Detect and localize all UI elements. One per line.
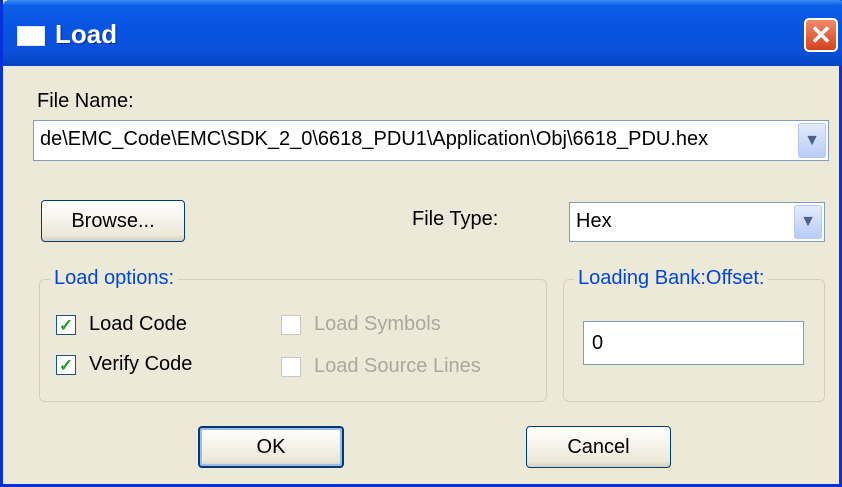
- checkmark-icon: ✓: [58, 355, 74, 375]
- file-type-label: File Type:: [412, 208, 499, 230]
- load-symbols-label: Load Symbols: [314, 313, 441, 335]
- load-code-checkbox[interactable]: ✓: [56, 315, 76, 335]
- ok-button[interactable]: OK: [198, 426, 344, 468]
- close-button[interactable]: ✕: [804, 18, 838, 52]
- load-dialog: Load ✕ File Name: de\EMC_Code\EMC\SDK_2_…: [0, 0, 842, 487]
- file-name-combobox[interactable]: de\EMC_Code\EMC\SDK_2_0\6618_PDU1\Applic…: [33, 120, 829, 161]
- chevron-down-icon[interactable]: ▼: [798, 123, 826, 158]
- verify-code-checkbox[interactable]: ✓: [56, 355, 76, 375]
- load-options-legend: Load options:: [50, 267, 179, 290]
- window-title: Load: [55, 19, 118, 49]
- loading-bank-offset-input[interactable]: 0: [583, 321, 804, 365]
- title-bar[interactable]: Load ✕: [3, 0, 842, 66]
- cancel-button[interactable]: Cancel: [526, 426, 671, 468]
- chevron-down-icon[interactable]: ▼: [794, 205, 822, 239]
- loading-bank-legend: Loading Bank:Offset:: [574, 267, 769, 290]
- file-type-select[interactable]: Hex ▼: [569, 202, 825, 242]
- load-options-group: Load options:: [39, 267, 547, 402]
- load-symbols-checkbox: [281, 315, 301, 335]
- file-type-value: Hex: [576, 210, 612, 232]
- load-code-label[interactable]: Load Code: [89, 313, 187, 336]
- close-icon: ✕: [810, 20, 832, 50]
- loading-bank-offset-value: 0: [592, 332, 604, 354]
- file-name-value: de\EMC_Code\EMC\SDK_2_0\6618_PDU1\Applic…: [40, 128, 709, 150]
- browse-button[interactable]: Browse...: [41, 200, 185, 242]
- window-icon: [17, 26, 45, 46]
- load-source-lines-label: Load Source Lines: [314, 355, 481, 377]
- load-source-lines-checkbox: [281, 357, 301, 377]
- checkmark-icon: ✓: [58, 315, 74, 335]
- verify-code-label[interactable]: Verify Code: [89, 353, 192, 376]
- file-name-label: File Name:: [37, 90, 134, 112]
- dialog-body: File Name: de\EMC_Code\EMC\SDK_2_0\6618_…: [3, 66, 839, 484]
